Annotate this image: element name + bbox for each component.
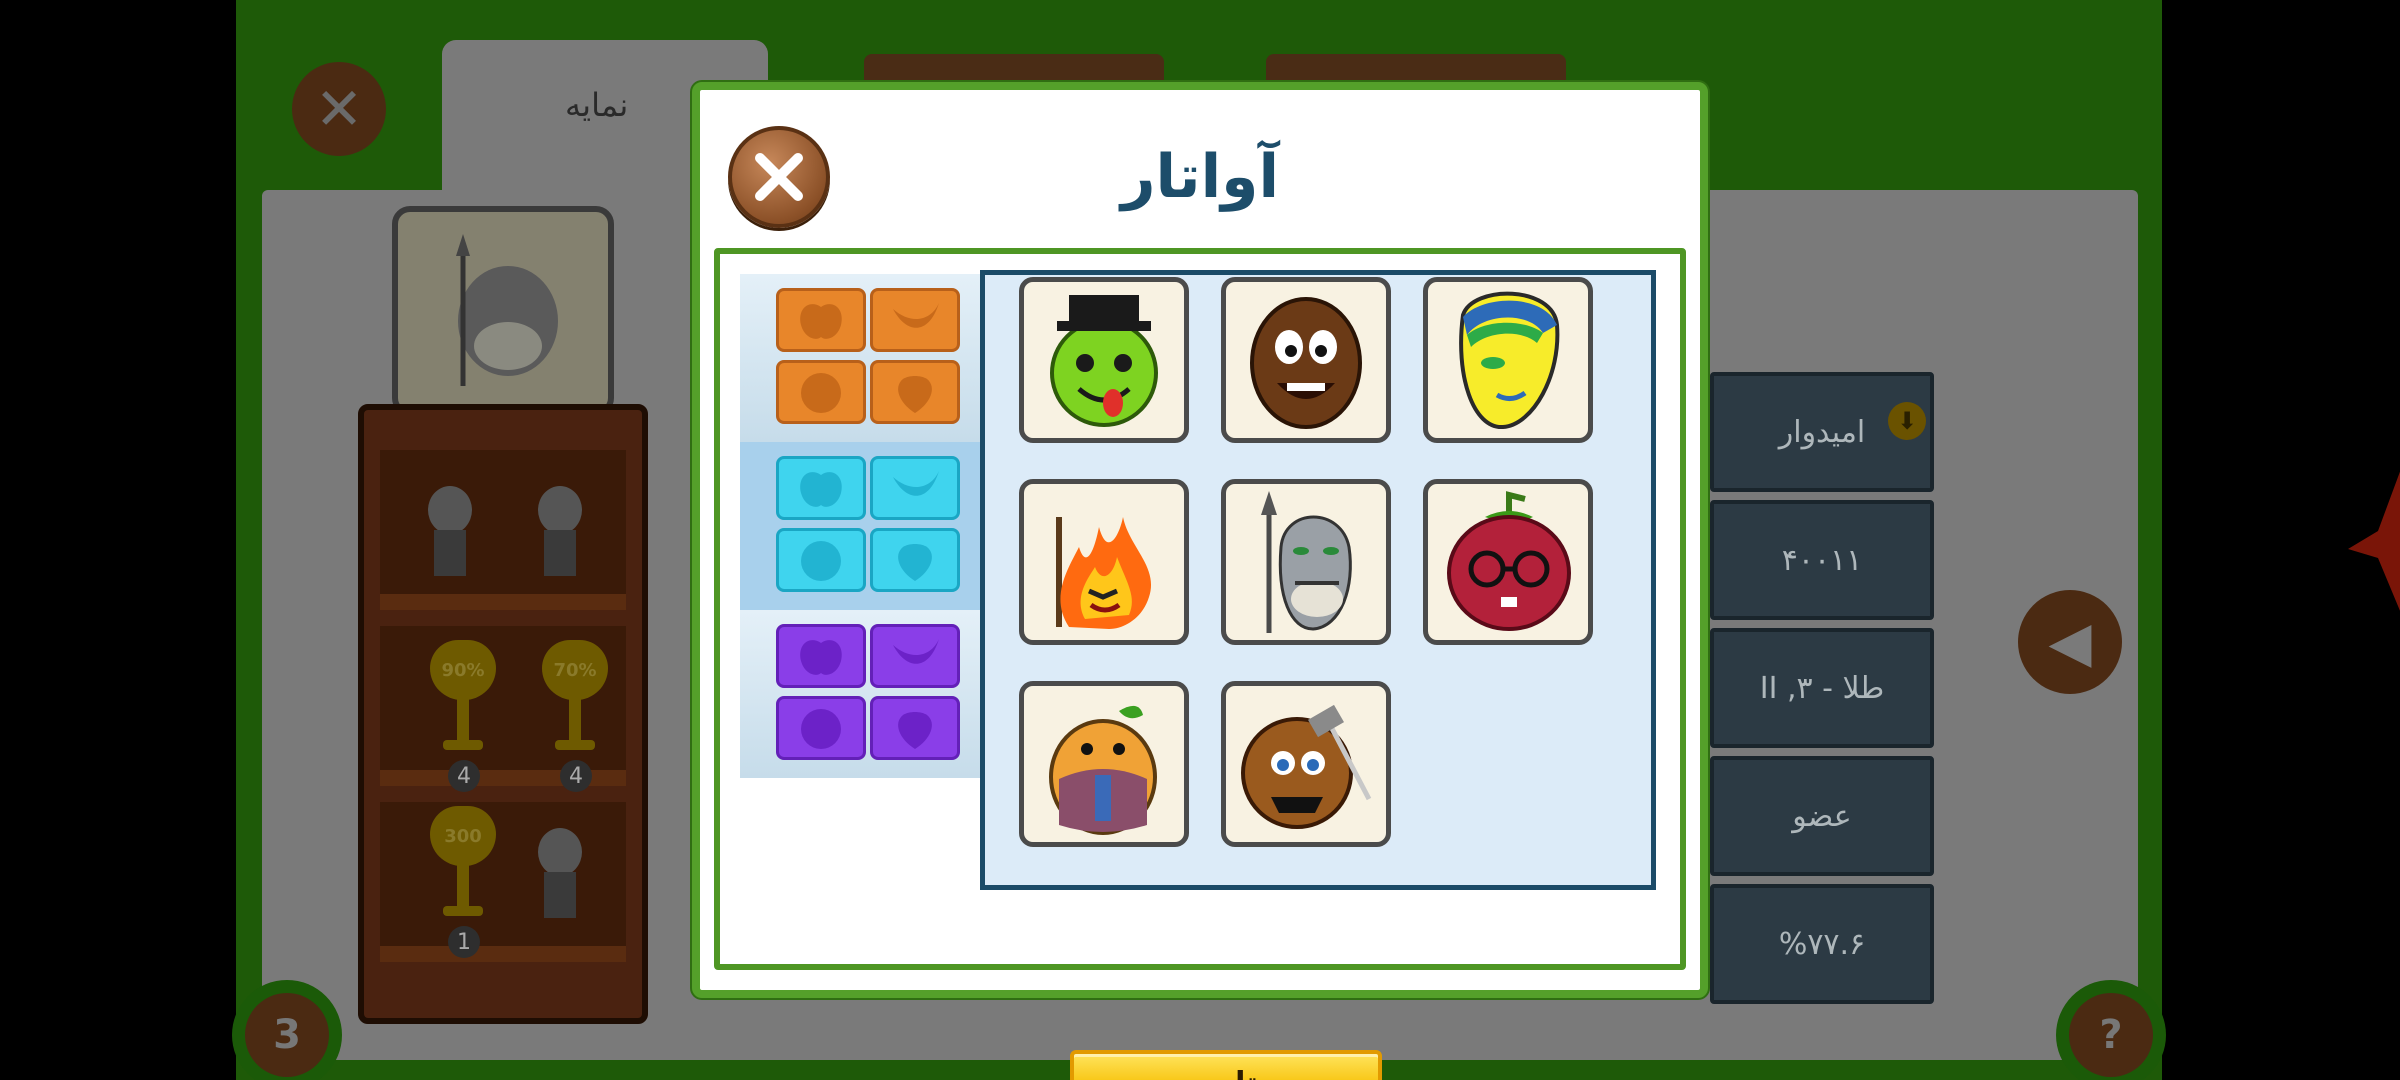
potato-avatar-icon (1049, 705, 1157, 835)
info-row-membership: عضو (1710, 756, 1934, 876)
info-row-text: عضو (1792, 798, 1852, 834)
mini-shark-icon (538, 828, 582, 918)
banana-icon (870, 456, 960, 520)
avatar-berry-glasses[interactable] (1423, 479, 1593, 645)
background-close-icon[interactable]: ✕ (292, 62, 386, 156)
coconut-avatar-icon (1250, 297, 1362, 429)
profile-portrait (392, 206, 614, 416)
close-button[interactable] (728, 126, 830, 228)
mini-shark-icon (428, 486, 472, 576)
chat-button[interactable]: 3 (232, 980, 342, 1080)
trophy-shelf: 90% 4 70% 4 300 1 (358, 404, 648, 1024)
avatar-grid (980, 270, 1656, 890)
info-row-text: طلا - II ,۳ (1759, 670, 1885, 706)
banana-icon (870, 624, 960, 688)
shark-portrait-icon (456, 234, 558, 386)
mini-shark-icon (538, 486, 582, 576)
chat-badge: 3 (245, 993, 329, 1077)
strawberry-icon (870, 696, 960, 760)
arrow-down-icon[interactable]: ⬇ (1888, 402, 1926, 440)
avatar-dialog: آواتار (692, 82, 1708, 1080)
avatar-green-apple[interactable] (1019, 277, 1189, 443)
help-icon: ? (2069, 993, 2153, 1077)
orange-fruit-icon (776, 528, 866, 592)
avatar-mask[interactable] (1423, 277, 1593, 443)
dialog-title: آواتار (1120, 142, 1280, 212)
info-row-score: ۴۰۰۱۱ (1710, 500, 1934, 620)
close-icon (755, 153, 803, 201)
shark-avatar-icon (1261, 491, 1352, 633)
info-row-text: ۴۰۰۱۱ (1781, 542, 1863, 578)
confirm-button[interactable]: تایید (1070, 1050, 1382, 1080)
info-row-text: امیدوار (1778, 414, 1866, 450)
trophy-icon: 90% (430, 640, 496, 760)
trophy-label: 90% (430, 640, 496, 700)
star-icon (2348, 450, 2400, 630)
trophy-label: 70% (542, 640, 608, 700)
avatar-fire-demon[interactable] (1019, 479, 1189, 645)
trophy-icon: 300 (430, 806, 496, 926)
fire-demon-avatar-icon (1056, 517, 1152, 629)
trophy-label: 300 (430, 806, 496, 866)
berry-avatar-icon (1447, 491, 1571, 631)
trophy-icon: 70% (542, 640, 608, 760)
info-row-name: امیدوار ⬇ (1710, 372, 1934, 492)
mask-avatar-icon (1459, 291, 1560, 430)
green-apple-avatar-icon (1050, 295, 1158, 427)
trophy-count: 4 (448, 760, 480, 792)
trophy-count: 1 (448, 926, 480, 958)
orange-fruit-icon (776, 696, 866, 760)
avatar-coconut-axe[interactable] (1221, 681, 1391, 847)
help-button[interactable]: ? (2056, 980, 2166, 1080)
coconut-axe-avatar-icon (1241, 704, 1372, 829)
trophy-count: 4 (560, 760, 592, 792)
apple-icon (776, 624, 866, 688)
color-tab-orange[interactable] (740, 274, 980, 442)
tab-profile-label: نمایه (565, 86, 629, 124)
shelf-row: 300 1 (380, 802, 626, 962)
strawberry-icon (870, 360, 960, 424)
avatar-panel: تایید (714, 248, 1686, 1080)
shelf-row (380, 450, 626, 610)
color-tab-purple[interactable] (740, 610, 980, 778)
apple-icon (776, 288, 866, 352)
shelf-row: 90% 4 70% 4 (380, 626, 626, 792)
previous-arrow-icon[interactable]: ◀ (2018, 590, 2122, 694)
info-row-text: %۷۷.۶ (1778, 926, 1866, 962)
avatar-potato-gentleman[interactable] (1019, 681, 1189, 847)
info-row-percent: %۷۷.۶ (1710, 884, 1934, 1004)
apple-icon (776, 456, 866, 520)
orange-fruit-icon (776, 360, 866, 424)
banana-icon (870, 288, 960, 352)
avatar-coconut[interactable] (1221, 277, 1391, 443)
info-row-league: طلا - II ,۳ (1710, 628, 1934, 748)
avatar-shark-spear[interactable] (1221, 479, 1391, 645)
color-tab-cyan[interactable] (740, 442, 980, 610)
strawberry-icon (870, 528, 960, 592)
